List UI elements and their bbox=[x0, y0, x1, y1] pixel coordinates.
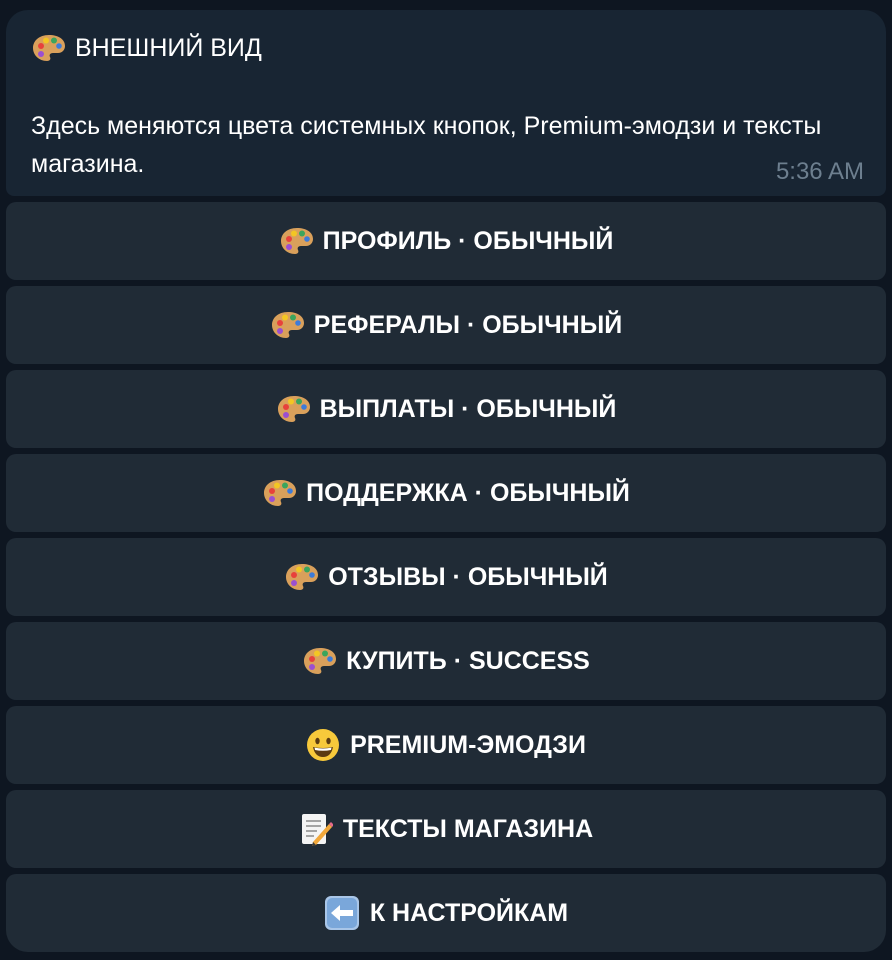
message-timestamp: 5:36 AM bbox=[775, 158, 864, 185]
button-label: ТЕКСТЫ МАГАЗИНА bbox=[342, 814, 594, 843]
buy-style-button[interactable]: КУПИТЬ · SUCCESS bbox=[6, 622, 886, 700]
button-label: ОТЗЫВЫ · ОБЫЧНЫЙ bbox=[328, 562, 608, 591]
referrals-style-button[interactable]: РЕФЕРАЛЫ · ОБЫЧНЫЙ bbox=[6, 286, 886, 364]
message-title-text: ВНЕШНИЙ ВИД bbox=[75, 34, 262, 62]
palette-icon bbox=[262, 478, 298, 508]
button-label: К НАСТРОЙКАМ bbox=[369, 898, 569, 927]
button-label: ВЫПЛАТЫ · ОБЫЧНЫЙ bbox=[319, 394, 617, 423]
message-bubble: ВНЕШНИЙ ВИД Здесь меняются цвета системн… bbox=[6, 10, 886, 196]
back-to-settings-button[interactable]: К НАСТРОЙКАМ bbox=[6, 874, 886, 952]
message-text: Здесь меняются цвета системных кнопок, P… bbox=[31, 112, 822, 178]
palette-icon bbox=[270, 310, 306, 340]
store-texts-button[interactable]: ТЕКСТЫ МАГАЗИНА bbox=[6, 790, 886, 868]
button-label: ПОДДЕРЖКА · ОБЫЧНЫЙ bbox=[306, 478, 630, 507]
palette-icon bbox=[284, 562, 320, 592]
payouts-style-button[interactable]: ВЫПЛАТЫ · ОБЫЧНЫЙ bbox=[6, 370, 886, 448]
button-label: РЕФЕРАЛЫ · ОБЫЧНЫЙ bbox=[313, 310, 623, 339]
button-label: PREMIUM-ЭМОДЗИ bbox=[350, 730, 586, 759]
palette-icon bbox=[276, 394, 312, 424]
reviews-style-button[interactable]: ОТЗЫВЫ · ОБЫЧНЫЙ bbox=[6, 538, 886, 616]
button-label: ПРОФИЛЬ · ОБЫЧНЫЙ bbox=[322, 226, 614, 255]
button-label: КУПИТЬ · SUCCESS bbox=[346, 646, 590, 675]
palette-icon bbox=[31, 33, 67, 63]
message-title: ВНЕШНИЙ ВИД bbox=[31, 30, 262, 66]
palette-icon bbox=[302, 646, 338, 676]
grinning-face-icon bbox=[306, 728, 340, 762]
premium-emoji-button[interactable]: PREMIUM-ЭМОДЗИ bbox=[6, 706, 886, 784]
left-arrow-icon bbox=[324, 895, 360, 931]
memo-icon bbox=[299, 812, 334, 846]
palette-icon bbox=[279, 226, 315, 256]
profile-style-button[interactable]: ПРОФИЛЬ · ОБЫЧНЫЙ bbox=[6, 202, 886, 280]
support-style-button[interactable]: ПОДДЕРЖКА · ОБЫЧНЫЙ bbox=[6, 454, 886, 532]
